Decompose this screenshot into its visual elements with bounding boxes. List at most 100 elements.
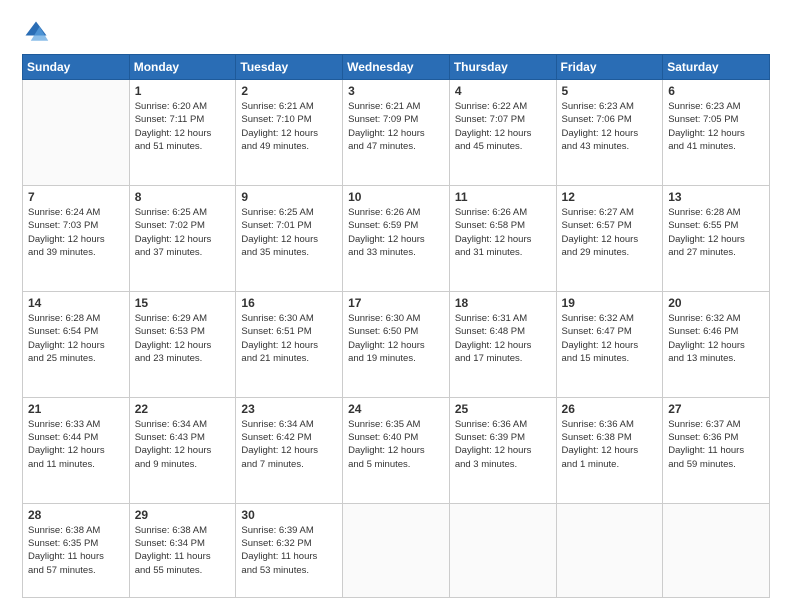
day-number: 11	[455, 190, 551, 204]
day-number: 17	[348, 296, 444, 310]
calendar-day-cell: 20 Sunrise: 6:32 AM Sunset: 6:46 PM Dayli…	[663, 291, 770, 397]
day-number: 7	[28, 190, 124, 204]
day-number: 23	[241, 402, 337, 416]
calendar-table: SundayMondayTuesdayWednesdayThursdayFrid…	[22, 54, 770, 598]
calendar-day-cell	[556, 503, 663, 597]
logo-icon	[22, 18, 50, 46]
calendar-weekday-header: Tuesday	[236, 55, 343, 80]
calendar-day-cell: 25 Sunrise: 6:36 AM Sunset: 6:39 PM Dayli…	[449, 397, 556, 503]
day-info: Sunrise: 6:33 AM Sunset: 6:44 PM Dayligh…	[28, 418, 124, 471]
day-number: 22	[135, 402, 231, 416]
calendar-day-cell: 23 Sunrise: 6:34 AM Sunset: 6:42 PM Dayli…	[236, 397, 343, 503]
calendar-day-cell: 21 Sunrise: 6:33 AM Sunset: 6:44 PM Dayli…	[23, 397, 130, 503]
day-number: 16	[241, 296, 337, 310]
day-number: 15	[135, 296, 231, 310]
day-number: 10	[348, 190, 444, 204]
calendar-day-cell: 13Sunrise: 6:28 AM Sunset: 6:55 PM Dayli…	[663, 185, 770, 291]
calendar-day-cell: 7 Sunrise: 6:24 AM Sunset: 7:03 PM Daylig…	[23, 185, 130, 291]
day-number: 26	[562, 402, 658, 416]
calendar-day-cell: 3 Sunrise: 6:21 AM Sunset: 7:09 PM Daylig…	[343, 80, 450, 186]
calendar-day-cell	[343, 503, 450, 597]
header	[22, 18, 770, 46]
day-number: 1	[135, 84, 231, 98]
day-info: Sunrise: 6:38 AM Sunset: 6:34 PM Dayligh…	[135, 524, 231, 577]
calendar-weekday-header: Wednesday	[343, 55, 450, 80]
calendar-day-cell: 10 Sunrise: 6:26 AM Sunset: 6:59 PM Dayli…	[343, 185, 450, 291]
calendar-day-cell	[449, 503, 556, 597]
day-number: 25	[455, 402, 551, 416]
calendar-week-row: 1Sunrise: 6:20 AM Sunset: 7:11 PM Daylig…	[23, 80, 770, 186]
day-info: Sunrise: 6:23 AM Sunset: 7:05 PM Dayligh…	[668, 100, 764, 153]
day-number: 9	[241, 190, 337, 204]
calendar-weekday-header: Saturday	[663, 55, 770, 80]
day-info: Sunrise: 6:28 AM Sunset: 6:54 PM Dayligh…	[28, 312, 124, 365]
day-info: Sunrise: 6:25 AM Sunset: 7:02 PM Dayligh…	[135, 206, 231, 259]
day-number: 6	[668, 84, 764, 98]
calendar-weekday-header: Thursday	[449, 55, 556, 80]
calendar-day-cell: 1Sunrise: 6:20 AM Sunset: 7:11 PM Daylig…	[129, 80, 236, 186]
calendar-day-cell: 15 Sunrise: 6:29 AM Sunset: 6:53 PM Dayli…	[129, 291, 236, 397]
day-number: 14	[28, 296, 124, 310]
calendar-day-cell: 27 Sunrise: 6:37 AM Sunset: 6:36 PM Dayli…	[663, 397, 770, 503]
day-number: 8	[135, 190, 231, 204]
logo	[22, 18, 54, 46]
day-number: 27	[668, 402, 764, 416]
day-info: Sunrise: 6:23 AM Sunset: 7:06 PM Dayligh…	[562, 100, 658, 153]
calendar-weekday-header: Monday	[129, 55, 236, 80]
calendar-week-row: 21 Sunrise: 6:33 AM Sunset: 6:44 PM Dayli…	[23, 397, 770, 503]
day-info: Sunrise: 6:35 AM Sunset: 6:40 PM Dayligh…	[348, 418, 444, 471]
calendar-day-cell: 28 Sunrise: 6:38 AM Sunset: 6:35 PM Dayli…	[23, 503, 130, 597]
calendar-weekday-header: Sunday	[23, 55, 130, 80]
day-info: Sunrise: 6:36 AM Sunset: 6:38 PM Dayligh…	[562, 418, 658, 471]
calendar-day-cell: 4Sunrise: 6:22 AM Sunset: 7:07 PM Daylig…	[449, 80, 556, 186]
calendar-day-cell: 18Sunrise: 6:31 AM Sunset: 6:48 PM Dayli…	[449, 291, 556, 397]
day-number: 5	[562, 84, 658, 98]
day-info: Sunrise: 6:24 AM Sunset: 7:03 PM Dayligh…	[28, 206, 124, 259]
calendar-day-cell: 9 Sunrise: 6:25 AM Sunset: 7:01 PM Daylig…	[236, 185, 343, 291]
calendar-day-cell: 22 Sunrise: 6:34 AM Sunset: 6:43 PM Dayli…	[129, 397, 236, 503]
day-info: Sunrise: 6:32 AM Sunset: 6:46 PM Dayligh…	[668, 312, 764, 365]
day-number: 28	[28, 508, 124, 522]
day-info: Sunrise: 6:36 AM Sunset: 6:39 PM Dayligh…	[455, 418, 551, 471]
day-info: Sunrise: 6:32 AM Sunset: 6:47 PM Dayligh…	[562, 312, 658, 365]
calendar-day-cell: 11Sunrise: 6:26 AM Sunset: 6:58 PM Dayli…	[449, 185, 556, 291]
calendar-day-cell: 24Sunrise: 6:35 AM Sunset: 6:40 PM Dayli…	[343, 397, 450, 503]
calendar-day-cell: 30Sunrise: 6:39 AM Sunset: 6:32 PM Dayli…	[236, 503, 343, 597]
day-info: Sunrise: 6:34 AM Sunset: 6:43 PM Dayligh…	[135, 418, 231, 471]
day-info: Sunrise: 6:37 AM Sunset: 6:36 PM Dayligh…	[668, 418, 764, 471]
calendar-day-cell: 17 Sunrise: 6:30 AM Sunset: 6:50 PM Dayli…	[343, 291, 450, 397]
calendar-day-cell: 5 Sunrise: 6:23 AM Sunset: 7:06 PM Daylig…	[556, 80, 663, 186]
day-info: Sunrise: 6:30 AM Sunset: 6:51 PM Dayligh…	[241, 312, 337, 365]
day-number: 18	[455, 296, 551, 310]
calendar-day-cell: 6 Sunrise: 6:23 AM Sunset: 7:05 PM Daylig…	[663, 80, 770, 186]
calendar-day-cell: 29 Sunrise: 6:38 AM Sunset: 6:34 PM Dayli…	[129, 503, 236, 597]
day-info: Sunrise: 6:34 AM Sunset: 6:42 PM Dayligh…	[241, 418, 337, 471]
day-info: Sunrise: 6:27 AM Sunset: 6:57 PM Dayligh…	[562, 206, 658, 259]
day-info: Sunrise: 6:25 AM Sunset: 7:01 PM Dayligh…	[241, 206, 337, 259]
calendar-day-cell: 8 Sunrise: 6:25 AM Sunset: 7:02 PM Daylig…	[129, 185, 236, 291]
day-number: 20	[668, 296, 764, 310]
calendar-day-cell	[23, 80, 130, 186]
day-number: 2	[241, 84, 337, 98]
calendar-week-row: 28 Sunrise: 6:38 AM Sunset: 6:35 PM Dayli…	[23, 503, 770, 597]
day-number: 19	[562, 296, 658, 310]
calendar-day-cell: 12Sunrise: 6:27 AM Sunset: 6:57 PM Dayli…	[556, 185, 663, 291]
calendar-header-row: SundayMondayTuesdayWednesdayThursdayFrid…	[23, 55, 770, 80]
day-number: 30	[241, 508, 337, 522]
day-number: 29	[135, 508, 231, 522]
day-info: Sunrise: 6:21 AM Sunset: 7:09 PM Dayligh…	[348, 100, 444, 153]
calendar-day-cell: 16 Sunrise: 6:30 AM Sunset: 6:51 PM Dayli…	[236, 291, 343, 397]
day-info: Sunrise: 6:38 AM Sunset: 6:35 PM Dayligh…	[28, 524, 124, 577]
calendar-day-cell	[663, 503, 770, 597]
calendar-day-cell: 19 Sunrise: 6:32 AM Sunset: 6:47 PM Dayli…	[556, 291, 663, 397]
day-number: 3	[348, 84, 444, 98]
calendar-day-cell: 26 Sunrise: 6:36 AM Sunset: 6:38 PM Dayli…	[556, 397, 663, 503]
day-number: 21	[28, 402, 124, 416]
page: SundayMondayTuesdayWednesdayThursdayFrid…	[0, 0, 792, 612]
day-info: Sunrise: 6:26 AM Sunset: 6:59 PM Dayligh…	[348, 206, 444, 259]
calendar-day-cell: 14 Sunrise: 6:28 AM Sunset: 6:54 PM Dayli…	[23, 291, 130, 397]
day-info: Sunrise: 6:28 AM Sunset: 6:55 PM Dayligh…	[668, 206, 764, 259]
day-info: Sunrise: 6:21 AM Sunset: 7:10 PM Dayligh…	[241, 100, 337, 153]
day-info: Sunrise: 6:29 AM Sunset: 6:53 PM Dayligh…	[135, 312, 231, 365]
day-info: Sunrise: 6:30 AM Sunset: 6:50 PM Dayligh…	[348, 312, 444, 365]
